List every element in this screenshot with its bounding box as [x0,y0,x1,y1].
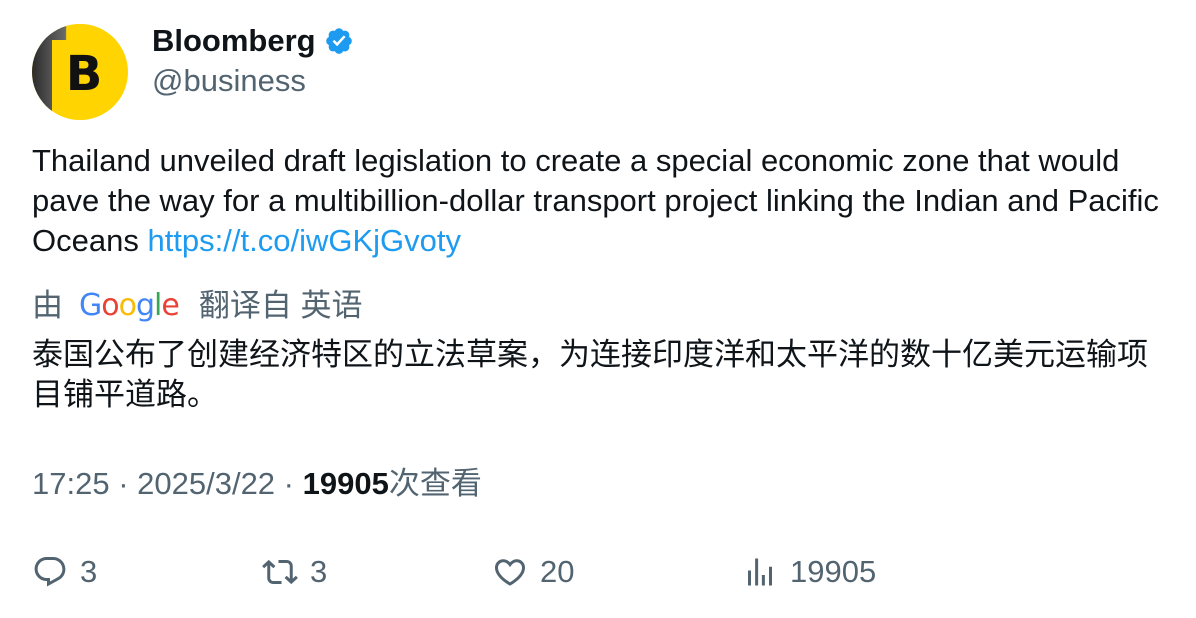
tweet-meta: 17:25 · 2025/3/22 · 19905次查看 [32,466,482,501]
views-count: 19905 [790,554,877,589]
views-button[interactable]: 19905 [742,552,876,592]
tweet-date[interactable]: 2025/3/22 [137,466,275,501]
display-name[interactable]: Bloomberg [152,22,316,60]
tweet-link[interactable]: https://t.co/iwGKjGvoty [147,223,461,258]
google-letter: e [161,288,179,323]
avatar[interactable]: B [32,24,128,120]
translation-suffix: 翻译自 英语 [198,288,363,323]
google-letter: G [79,288,102,323]
like-count: 20 [540,554,575,589]
view-count: 19905 [302,466,389,501]
translated-text: 泰国公布了创建经济特区的立法草案，为连接印度洋和太平洋的数十亿美元运输项目铺平道… [32,337,1148,412]
view-label: 次查看 [388,466,482,501]
like-icon [494,559,526,586]
retweet-count: 3 [310,554,328,589]
tweet-time[interactable]: 17:25 [32,466,110,501]
reply-count: 3 [80,554,98,589]
avatar-letter: B [65,46,103,102]
translation-prefix: 由 [32,288,63,323]
views-icon [748,558,772,586]
author-handle[interactable]: @business [152,62,306,100]
like-button[interactable]: 20 [492,552,574,592]
verified-badge-icon[interactable] [324,26,354,56]
name-row: Bloomberg [152,22,354,60]
google-letter: o [101,288,119,323]
google-letter: o [118,288,137,323]
retweet-icon [262,559,298,585]
translation-attribution: 由 Google 翻译自 英语 [32,286,362,326]
google-letter: g [135,288,155,323]
google-letter: l [154,288,162,323]
action-bar: 3 3 20 19905 [0,552,1196,592]
avatar-top [32,24,128,40]
reply-icon [34,557,66,587]
tweet-text: Thailand unveiled draft legislation to c… [32,141,1172,261]
retweet-button[interactable]: 3 [262,552,327,592]
google-logo: Google [79,286,180,326]
reply-button[interactable]: 3 [32,552,97,592]
